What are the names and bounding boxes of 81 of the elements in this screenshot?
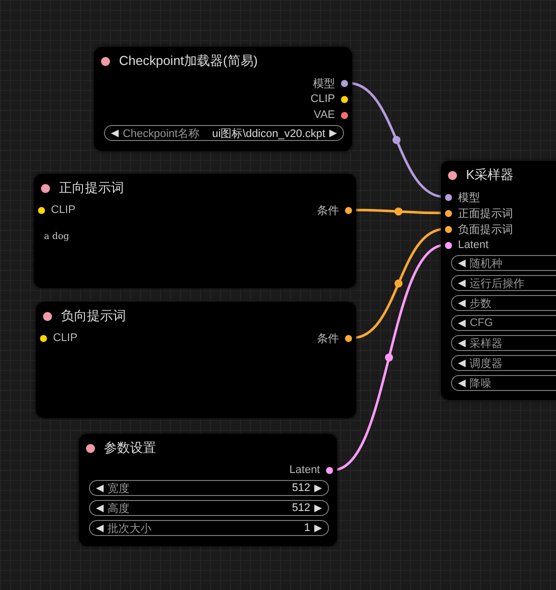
output-slot-dot[interactable] — [341, 112, 348, 118]
output-slot-dot[interactable] — [341, 80, 348, 86]
widget-field[interactable]: ◀ Checkpoint名称 ui图标\ddicon_v20.ckpt ▶ — [104, 125, 344, 141]
widget-label: Checkpoint名称 — [122, 126, 200, 140]
output-slot-label: VAE — [314, 109, 335, 121]
node-card[interactable]: Checkpoint加载器(简易) 模型 CLIP VAE ◀ Checkpoint名称 ui图标\ddicon_v20.ckpt ▶ — [94, 47, 352, 151]
node-card[interactable]: K采样器 模型 正面提示词 负面提示词 Latent ◀ 随机种 ◀ 运行后操作 ◀ 步数 ◀ CFG ◀ 采样器 ◀ 调度器 ◀ 降噪 — [441, 161, 556, 400]
input-slot-dot[interactable] — [445, 194, 452, 200]
widget-label: 高度 — [108, 502, 130, 516]
widget-label: 随机种 — [470, 256, 503, 270]
widget-label: 采样器 — [470, 336, 503, 350]
output-slot-label: Latent — [289, 464, 320, 476]
output-slot-label: 条件 — [317, 204, 339, 218]
widget-label: 降噪 — [470, 376, 492, 390]
decrement-arrow[interactable]: ◀ — [458, 298, 466, 308]
increment-arrow[interactable]: ▶ — [314, 522, 322, 534]
widget-label: 调度器 — [470, 356, 503, 370]
widget-field[interactable]: ◀ 运行后操作 — [451, 275, 556, 291]
output-slot-dot[interactable] — [345, 334, 352, 342]
widget-value: 512 — [292, 482, 310, 494]
node-status-dot — [448, 170, 457, 180]
input-slot-dot[interactable] — [40, 334, 47, 342]
increment-arrow[interactable]: ▶ — [314, 502, 322, 514]
input-slot-label: Latent — [458, 239, 489, 251]
widget-label: 宽度 — [108, 482, 130, 496]
node-title: K采样器 — [466, 166, 514, 184]
widget-field[interactable]: ◀ 采样器 — [451, 335, 556, 351]
input-slot-dot[interactable] — [38, 206, 45, 214]
output-slot-label: 条件 — [317, 332, 339, 346]
widget-field[interactable]: ◀ 随机种 — [451, 255, 556, 271]
node-status-dot — [41, 184, 50, 192]
widget-value: 1 — [304, 522, 310, 534]
decrement-arrow[interactable]: ◀ — [458, 358, 466, 368]
node-title: Checkpoint加载器(简易) — [119, 52, 258, 70]
widget-field[interactable]: ◀ 宽度 512 ▶ — [89, 480, 329, 496]
widget-field[interactable]: ◀ 调度器 — [451, 355, 556, 371]
widget-field[interactable]: ◀ 批次大小 1 ▶ — [89, 520, 329, 536]
node-card[interactable]: 参数设置 Latent ◀ 宽度 512 ▶ ◀ 高度 512 ▶ ◀ 批次大小 1 ▶ — [79, 434, 337, 546]
node-title: 参数设置 — [104, 439, 156, 457]
widget-label: CFG — [470, 317, 493, 329]
widget-label: 步数 — [470, 296, 492, 310]
node-title: 正向提示词 — [59, 179, 124, 197]
widget-field[interactable]: ◀ 高度 512 ▶ — [89, 500, 329, 516]
output-slot-dot[interactable] — [341, 96, 348, 102]
node-title: 负向提示词 — [61, 307, 126, 325]
input-slot-dot[interactable] — [445, 210, 452, 216]
widget-value: 512 — [292, 502, 310, 514]
input-slot-dot[interactable] — [445, 226, 452, 232]
output-slot-label: 模型 — [313, 76, 335, 90]
input-slot-label: 负面提示词 — [458, 222, 513, 236]
node-status-dot — [101, 56, 110, 66]
widget-field[interactable]: ◀ 降噪 — [451, 375, 556, 391]
decrement-arrow[interactable]: ◀ — [458, 258, 466, 268]
decrement-arrow[interactable]: ◀ — [458, 318, 466, 328]
input-slot-label: 正面提示词 — [458, 206, 513, 220]
widget-label: 批次大小 — [108, 522, 152, 536]
decrement-arrow[interactable]: ◀ — [96, 522, 104, 534]
output-slot-dot[interactable] — [326, 466, 333, 474]
decrement-arrow[interactable]: ◀ — [96, 502, 104, 514]
node-status-dot — [86, 444, 95, 452]
decrement-arrow[interactable]: ◀ — [458, 278, 466, 288]
decrement-arrow[interactable]: ◀ — [96, 482, 104, 494]
input-slot-label: 模型 — [458, 190, 480, 204]
decrement-arrow[interactable]: ◀ — [458, 338, 466, 348]
decrement-arrow[interactable]: ◀ — [458, 378, 466, 388]
increment-arrow[interactable]: ▶ — [314, 482, 322, 494]
increment-arrow[interactable]: ▶ — [329, 128, 337, 138]
input-slot-dot[interactable] — [445, 242, 452, 248]
input-slot-label: CLIP — [51, 204, 76, 216]
input-slot-label: CLIP — [53, 332, 78, 344]
output-slot-label: CLIP — [310, 93, 335, 105]
node-card[interactable]: 正向提示词 CLIP 条件 a dog — [34, 174, 356, 288]
output-slot-dot[interactable] — [345, 206, 352, 214]
node-card[interactable]: 负向提示词 CLIP 条件 — [36, 302, 356, 418]
decrement-arrow[interactable]: ◀ — [111, 128, 119, 138]
widget-label: 运行后操作 — [470, 276, 525, 290]
node-status-dot — [43, 312, 52, 320]
widget-value: ui图标\ddicon_v20.ckpt — [212, 126, 326, 140]
widget-field[interactable]: ◀ CFG — [451, 315, 556, 331]
widget-field[interactable]: ◀ 步数 — [451, 295, 556, 311]
prompt-text[interactable]: a dog — [34, 218, 356, 242]
